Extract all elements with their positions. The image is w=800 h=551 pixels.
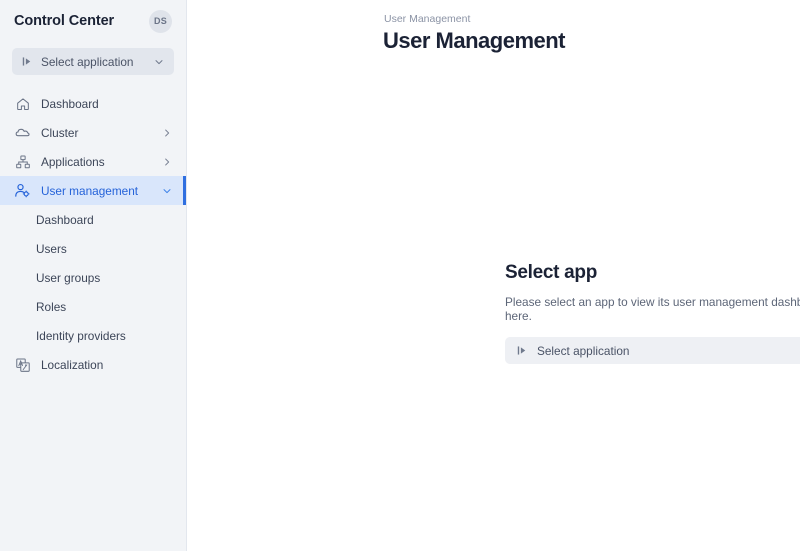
sidebar-item-dashboard[interactable]: Dashboard bbox=[0, 89, 186, 118]
home-icon bbox=[14, 95, 31, 112]
sidebar-item-applications[interactable]: Applications bbox=[0, 147, 186, 176]
application-select[interactable]: Select application bbox=[505, 337, 800, 364]
sidebar-subitem-label: Roles bbox=[36, 299, 67, 314]
empty-state-description: Please select an app to view its user ma… bbox=[505, 295, 800, 323]
sidebar-item-cluster[interactable]: Cluster bbox=[0, 118, 186, 147]
main-content: User Management User Management Select a… bbox=[187, 0, 800, 551]
app-prompt-icon bbox=[21, 55, 34, 68]
sidebar-subitem-label: Users bbox=[36, 241, 67, 256]
sidebar-subitem-identity-providers[interactable]: Identity providers bbox=[0, 321, 186, 350]
empty-state-title: Select app bbox=[505, 262, 598, 283]
sidebar-item-user-management[interactable]: User management bbox=[0, 176, 186, 205]
sidebar-subitem-user-groups[interactable]: User groups bbox=[0, 263, 186, 292]
sidebar-item-label: Cluster bbox=[41, 125, 79, 140]
chevron-down-icon[interactable] bbox=[160, 184, 174, 198]
app-root: Control Center DS Select application Das… bbox=[0, 0, 800, 551]
app-brand-title: Control Center bbox=[14, 13, 115, 29]
breadcrumb[interactable]: User Management bbox=[384, 13, 470, 25]
page-title: User Management bbox=[383, 28, 566, 53]
chevron-right-icon[interactable] bbox=[160, 126, 174, 140]
sitemap-icon bbox=[14, 153, 31, 170]
sidebar-subitem-roles[interactable]: Roles bbox=[0, 292, 186, 321]
sidebar-item-label: User management bbox=[41, 183, 139, 198]
avatar[interactable]: DS bbox=[149, 9, 172, 33]
sidebar-item-label: Dashboard bbox=[41, 96, 99, 111]
chevron-right-icon[interactable] bbox=[160, 155, 174, 169]
sidebar-nav: Dashboard Cluster Applications User mana… bbox=[0, 89, 186, 379]
sidebar-application-select-label: Select application bbox=[41, 54, 134, 69]
empty-state-select-app: Select app Please select an app to view … bbox=[505, 262, 800, 364]
translate-icon bbox=[14, 356, 31, 373]
sidebar-subitem-dashboard[interactable]: Dashboard bbox=[0, 205, 186, 234]
nav-chevron-placeholder bbox=[160, 97, 174, 111]
user-gear-icon bbox=[14, 182, 31, 199]
sidebar-application-select[interactable]: Select application bbox=[12, 48, 174, 75]
sidebar-subitem-label: Dashboard bbox=[36, 212, 94, 227]
sidebar-subitem-label: Identity providers bbox=[36, 328, 126, 343]
sidebar: Control Center DS Select application Das… bbox=[0, 0, 187, 551]
sidebar-item-localization[interactable]: Localization bbox=[0, 350, 186, 379]
sidebar-header: Control Center DS bbox=[0, 0, 186, 42]
sidebar-subitem-label: User groups bbox=[36, 270, 101, 285]
sidebar-item-label: Applications bbox=[41, 154, 105, 169]
app-prompt-icon bbox=[516, 344, 529, 357]
application-select-label: Select application bbox=[537, 343, 630, 358]
sidebar-item-label: Localization bbox=[41, 357, 104, 372]
nav-chevron-placeholder bbox=[160, 358, 174, 372]
cloud-icon bbox=[14, 124, 31, 141]
chevron-down-icon bbox=[152, 55, 165, 68]
sidebar-subitem-users[interactable]: Users bbox=[0, 234, 186, 263]
